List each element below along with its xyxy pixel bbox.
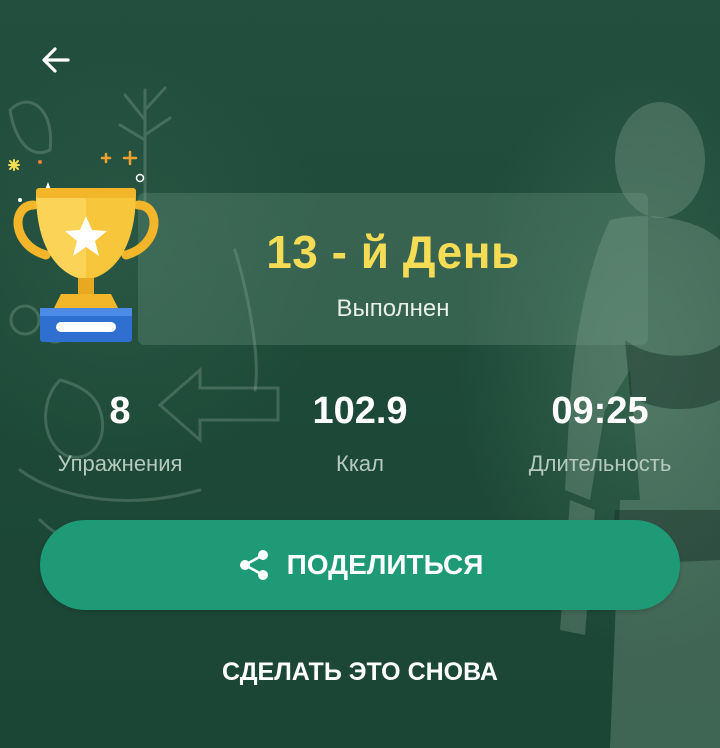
stat-kcal: 102.9 Ккал (250, 390, 470, 477)
stat-duration: 09:25 Длительность (490, 390, 710, 477)
stat-value: 09:25 (551, 390, 649, 432)
share-label: ПОДЕЛИТЬСЯ (286, 549, 484, 580)
completion-status: Выполнен (336, 295, 450, 322)
arrow-left-icon (42, 47, 70, 73)
repeat-workout-button[interactable]: СДЕЛАТЬ ЭТО СНОВА (0, 658, 720, 687)
stat-label: Длительность (528, 451, 672, 476)
share-button[interactable]: ПОДЕЛИТЬСЯ (40, 520, 680, 610)
stat-label: Ккал (336, 451, 384, 476)
day-title: 13 - й День (266, 226, 520, 278)
stat-value: 8 (109, 390, 131, 432)
stat-label: Упражнения (57, 451, 183, 476)
share-icon (239, 550, 268, 580)
back-button[interactable] (36, 40, 76, 80)
stat-value: 102.9 (312, 390, 408, 432)
stat-exercises: 8 Упражнения (10, 390, 230, 477)
